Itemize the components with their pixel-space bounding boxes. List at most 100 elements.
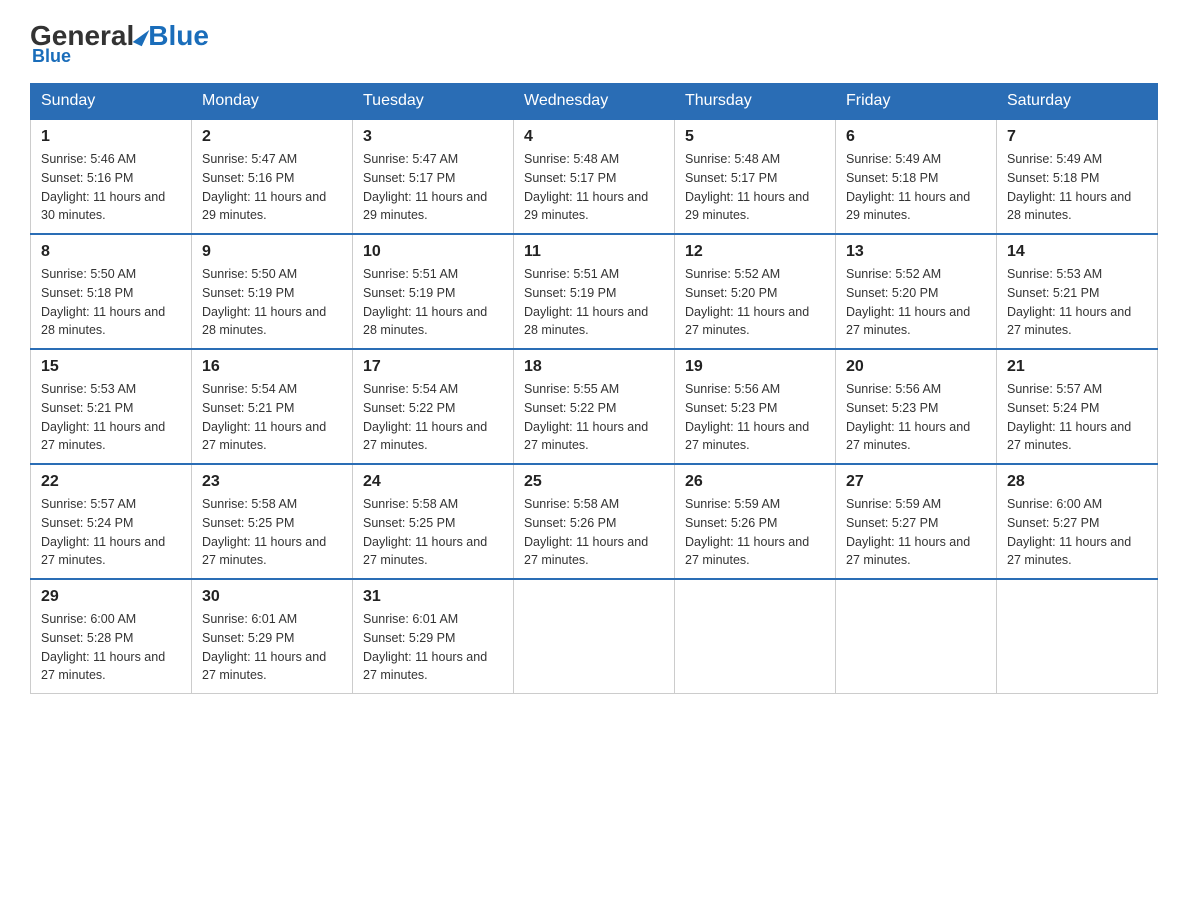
day-number: 6 [846, 128, 986, 146]
day-number: 2 [202, 128, 342, 146]
day-number: 11 [524, 243, 664, 261]
day-number: 23 [202, 473, 342, 491]
day-cell-25: 25 Sunrise: 5:58 AMSunset: 5:26 PMDayligh… [514, 464, 675, 579]
day-info: Sunrise: 6:01 AMSunset: 5:29 PMDaylight:… [202, 610, 342, 685]
day-info: Sunrise: 5:55 AMSunset: 5:22 PMDaylight:… [524, 380, 664, 455]
day-cell-14: 14Sunrise: 5:53 AMSunset: 5:21 PMDayligh… [997, 234, 1158, 349]
day-info: Sunrise: 5:54 AMSunset: 5:21 PMDaylight:… [202, 380, 342, 455]
weekday-header-friday: Friday [836, 84, 997, 120]
day-cell-8: 8 Sunrise: 5:50 AMSunset: 5:18 PMDaylight… [31, 234, 192, 349]
day-number: 22 [41, 473, 181, 491]
day-number: 29 [41, 588, 181, 606]
empty-cell [836, 579, 997, 694]
day-number: 18 [524, 358, 664, 376]
day-number: 24 [363, 473, 503, 491]
day-number: 20 [846, 358, 986, 376]
day-cell-22: 22 Sunrise: 5:57 AMSunset: 5:24 PMDayligh… [31, 464, 192, 579]
day-info: Sunrise: 5:57 AMSunset: 5:24 PMDaylight:… [1007, 380, 1147, 455]
day-cell-15: 15 Sunrise: 5:53 AMSunset: 5:21 PMDayligh… [31, 349, 192, 464]
day-cell-17: 17 Sunrise: 5:54 AMSunset: 5:22 PMDayligh… [353, 349, 514, 464]
day-info: Sunrise: 5:58 AMSunset: 5:25 PMDaylight:… [202, 495, 342, 570]
week-row-3: 15 Sunrise: 5:53 AMSunset: 5:21 PMDayligh… [31, 349, 1158, 464]
day-number: 12 [685, 243, 825, 261]
day-number: 8 [41, 243, 181, 261]
day-cell-6: 6Sunrise: 5:49 AMSunset: 5:18 PMDaylight… [836, 119, 997, 234]
weekday-header-saturday: Saturday [997, 84, 1158, 120]
day-cell-21: 21 Sunrise: 5:57 AMSunset: 5:24 PMDayligh… [997, 349, 1158, 464]
week-row-5: 29 Sunrise: 6:00 AMSunset: 5:28 PMDayligh… [31, 579, 1158, 694]
day-info: Sunrise: 5:50 AMSunset: 5:18 PMDaylight:… [41, 265, 181, 340]
empty-cell [514, 579, 675, 694]
day-cell-3: 3Sunrise: 5:47 AMSunset: 5:17 PMDaylight… [353, 119, 514, 234]
day-cell-28: 28Sunrise: 6:00 AMSunset: 5:27 PMDayligh… [997, 464, 1158, 579]
day-number: 16 [202, 358, 342, 376]
day-cell-19: 19 Sunrise: 5:56 AMSunset: 5:23 PMDayligh… [675, 349, 836, 464]
week-row-4: 22 Sunrise: 5:57 AMSunset: 5:24 PMDayligh… [31, 464, 1158, 579]
day-cell-5: 5Sunrise: 5:48 AMSunset: 5:17 PMDaylight… [675, 119, 836, 234]
day-info: Sunrise: 5:57 AMSunset: 5:24 PMDaylight:… [41, 495, 181, 570]
week-row-2: 8 Sunrise: 5:50 AMSunset: 5:18 PMDaylight… [31, 234, 1158, 349]
week-row-1: 1Sunrise: 5:46 AMSunset: 5:16 PMDaylight… [31, 119, 1158, 234]
day-info: Sunrise: 5:48 AMSunset: 5:17 PMDaylight:… [524, 150, 664, 225]
day-cell-11: 11 Sunrise: 5:51 AMSunset: 5:19 PMDayligh… [514, 234, 675, 349]
day-cell-7: 7Sunrise: 5:49 AMSunset: 5:18 PMDaylight… [997, 119, 1158, 234]
weekday-header-tuesday: Tuesday [353, 84, 514, 120]
day-info: Sunrise: 5:53 AMSunset: 5:21 PMDaylight:… [1007, 265, 1147, 340]
day-cell-27: 27 Sunrise: 5:59 AMSunset: 5:27 PMDayligh… [836, 464, 997, 579]
weekday-header-row: SundayMondayTuesdayWednesdayThursdayFrid… [31, 84, 1158, 120]
day-number: 1 [41, 128, 181, 146]
weekday-header-monday: Monday [192, 84, 353, 120]
day-number: 13 [846, 243, 986, 261]
day-number: 15 [41, 358, 181, 376]
day-number: 21 [1007, 358, 1147, 376]
day-cell-9: 9 Sunrise: 5:50 AMSunset: 5:19 PMDaylight… [192, 234, 353, 349]
day-cell-12: 12 Sunrise: 5:52 AMSunset: 5:20 PMDayligh… [675, 234, 836, 349]
day-info: Sunrise: 5:58 AMSunset: 5:26 PMDaylight:… [524, 495, 664, 570]
weekday-header-wednesday: Wednesday [514, 84, 675, 120]
day-info: Sunrise: 5:50 AMSunset: 5:19 PMDaylight:… [202, 265, 342, 340]
day-cell-24: 24 Sunrise: 5:58 AMSunset: 5:25 PMDayligh… [353, 464, 514, 579]
day-number: 10 [363, 243, 503, 261]
day-info: Sunrise: 5:51 AMSunset: 5:19 PMDaylight:… [363, 265, 503, 340]
day-cell-30: 30 Sunrise: 6:01 AMSunset: 5:29 PMDayligh… [192, 579, 353, 694]
day-number: 25 [524, 473, 664, 491]
day-info: Sunrise: 5:51 AMSunset: 5:19 PMDaylight:… [524, 265, 664, 340]
day-cell-2: 2 Sunrise: 5:47 AMSunset: 5:16 PMDaylight… [192, 119, 353, 234]
logo-blue-text: Blue [148, 20, 209, 52]
logo-triangle-icon [133, 26, 150, 47]
day-info: Sunrise: 5:59 AMSunset: 5:27 PMDaylight:… [846, 495, 986, 570]
day-info: Sunrise: 5:59 AMSunset: 5:26 PMDaylight:… [685, 495, 825, 570]
day-number: 30 [202, 588, 342, 606]
day-number: 31 [363, 588, 503, 606]
day-number: 19 [685, 358, 825, 376]
day-info: Sunrise: 5:58 AMSunset: 5:25 PMDaylight:… [363, 495, 503, 570]
day-info: Sunrise: 5:54 AMSunset: 5:22 PMDaylight:… [363, 380, 503, 455]
day-cell-4: 4 Sunrise: 5:48 AMSunset: 5:17 PMDaylight… [514, 119, 675, 234]
day-cell-23: 23 Sunrise: 5:58 AMSunset: 5:25 PMDayligh… [192, 464, 353, 579]
day-number: 5 [685, 128, 825, 146]
day-info: Sunrise: 5:52 AMSunset: 5:20 PMDaylight:… [685, 265, 825, 340]
day-number: 9 [202, 243, 342, 261]
day-cell-18: 18 Sunrise: 5:55 AMSunset: 5:22 PMDayligh… [514, 349, 675, 464]
day-cell-29: 29 Sunrise: 6:00 AMSunset: 5:28 PMDayligh… [31, 579, 192, 694]
day-number: 26 [685, 473, 825, 491]
day-number: 17 [363, 358, 503, 376]
day-cell-10: 10 Sunrise: 5:51 AMSunset: 5:19 PMDayligh… [353, 234, 514, 349]
day-info: Sunrise: 5:56 AMSunset: 5:23 PMDaylight:… [685, 380, 825, 455]
day-info: Sunrise: 6:01 AMSunset: 5:29 PMDaylight:… [363, 610, 503, 685]
day-info: Sunrise: 6:00 AMSunset: 5:28 PMDaylight:… [41, 610, 181, 685]
day-cell-31: 31 Sunrise: 6:01 AMSunset: 5:29 PMDayligh… [353, 579, 514, 694]
empty-cell [997, 579, 1158, 694]
day-number: 4 [524, 128, 664, 146]
day-number: 27 [846, 473, 986, 491]
day-info: Sunrise: 5:49 AMSunset: 5:18 PMDaylight:… [1007, 150, 1147, 225]
day-cell-26: 26 Sunrise: 5:59 AMSunset: 5:26 PMDayligh… [675, 464, 836, 579]
day-info: Sunrise: 5:53 AMSunset: 5:21 PMDaylight:… [41, 380, 181, 455]
day-info: Sunrise: 5:47 AMSunset: 5:16 PMDaylight:… [202, 150, 342, 225]
page-header: GeneralBlue Blue [30, 20, 1158, 67]
day-cell-16: 16 Sunrise: 5:54 AMSunset: 5:21 PMDayligh… [192, 349, 353, 464]
day-info: Sunrise: 5:47 AMSunset: 5:17 PMDaylight:… [363, 150, 503, 225]
day-info: Sunrise: 6:00 AMSunset: 5:27 PMDaylight:… [1007, 495, 1147, 570]
day-cell-13: 13 Sunrise: 5:52 AMSunset: 5:20 PMDayligh… [836, 234, 997, 349]
day-info: Sunrise: 5:52 AMSunset: 5:20 PMDaylight:… [846, 265, 986, 340]
